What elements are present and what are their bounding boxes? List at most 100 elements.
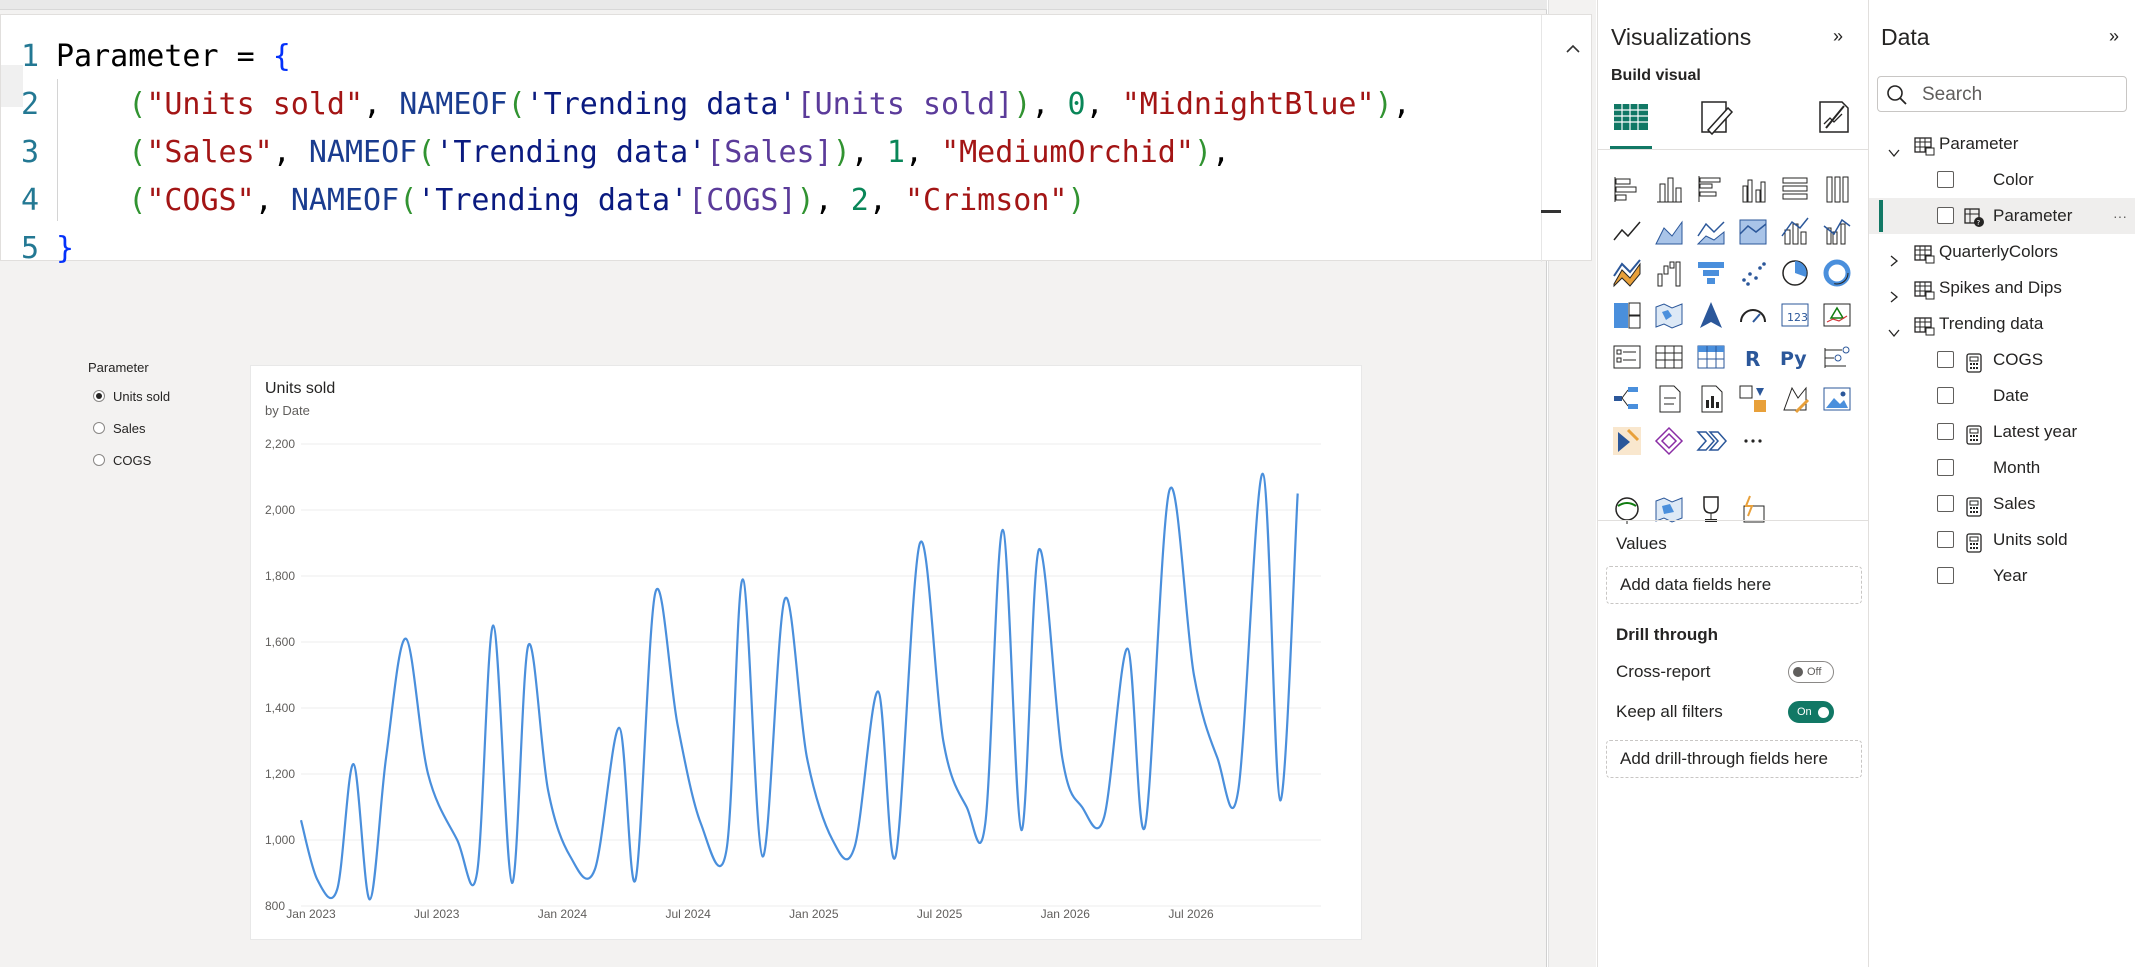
code-line[interactable]: 1 Parameter = { [1,33,1501,81]
line-and-stacked-column-icon[interactable] [1778,214,1812,248]
code-token: , [1085,87,1122,122]
field-checkbox[interactable] [1937,171,1954,188]
line-chart-icon[interactable] [1610,214,1644,248]
values-well[interactable]: Add data fields here [1606,566,1862,604]
field-item[interactable]: Month [1869,450,2135,486]
donut-chart-icon[interactable] [1820,256,1854,290]
search-box[interactable] [1877,76,2127,112]
key-influencers-icon[interactable] [1820,340,1854,374]
analytics-mode-icon[interactable] [1812,96,1854,138]
slicer-option[interactable]: Units sold [88,380,248,412]
slicer-icon[interactable] [1610,340,1644,374]
field-checkbox[interactable] [1937,495,1954,512]
pie-chart-icon[interactable] [1778,256,1812,290]
field-item[interactable]: ? Parameter ··· [1869,198,2135,234]
table-node[interactable]: QuarterlyColors [1869,234,2135,270]
keep-all-filters-toggle[interactable]: On [1788,701,1834,723]
clustered-bar-chart-icon[interactable] [1694,172,1728,206]
line-chart-visual[interactable]: 800 1,000 1,200 1,400 1,600 1,800 2,000 2,200 Ja… [250,365,1362,940]
chevron-right-icon[interactable] [1887,245,1901,267]
code-line[interactable]: 2 ("Units sold", NAMEOF('Trending data'[… [1,81,1501,129]
field-name: Units sold [1993,530,2068,549]
radio-button[interactable] [93,390,105,402]
stacked-area-chart-icon[interactable] [1694,214,1728,248]
100-stacked-column-chart-icon[interactable] [1820,172,1854,206]
table-name: Trending data [1939,314,2044,333]
more-options-icon[interactable]: ··· [2113,198,2127,234]
field-item[interactable]: Date [1869,378,2135,414]
scatter-chart-icon[interactable] [1736,256,1770,290]
slicer-option[interactable]: COGS [88,444,248,476]
python-visual-icon[interactable]: Py [1778,340,1812,374]
field-checkbox[interactable] [1937,387,1954,404]
chevron-down-icon[interactable] [1887,317,1901,338]
matrix-icon[interactable] [1694,340,1728,374]
card-icon[interactable]: 123 [1778,298,1812,332]
field-item[interactable]: Color [1869,162,2135,198]
cross-report-toggle[interactable]: Off [1788,661,1834,683]
smart-narrative-icon[interactable] [1652,424,1686,458]
decomposition-tree-icon[interactable] [1610,382,1644,416]
image-icon[interactable] [1820,382,1854,416]
field-item[interactable]: Units sold [1869,522,2135,558]
field-item[interactable]: Year [1869,558,2135,594]
stacked-column-chart-icon[interactable] [1652,172,1686,206]
table-node[interactable]: Spikes and Dips [1869,270,2135,306]
more-visuals-icon[interactable] [1736,424,1770,458]
power-automate-icon[interactable] [1610,424,1644,458]
code-token: "MediumOrchid" [941,135,1194,170]
chevron-right-icon[interactable] [1887,281,1901,303]
table-icon[interactable] [1652,340,1686,374]
azure-map-icon[interactable] [1694,298,1728,332]
stacked-bar-chart-icon[interactable] [1610,172,1644,206]
ribbon-chart-icon[interactable] [1610,256,1644,290]
field-checkbox[interactable] [1937,531,1954,548]
field-checkbox[interactable] [1937,459,1954,476]
field-checkbox[interactable] [1937,351,1954,368]
kpi-icon[interactable] [1820,298,1854,332]
collapse-editor-icon[interactable] [1561,37,1585,61]
table-node[interactable]: Parameter [1869,126,2135,162]
power-apps-icon[interactable] [1778,382,1812,416]
field-checkbox[interactable] [1937,207,1954,224]
collapse-visualizations-icon[interactable]: » [1833,26,1843,47]
100-stacked-area-chart-icon[interactable] [1736,214,1770,248]
build-visual-mode-icon[interactable] [1610,96,1652,138]
search-input[interactable] [1922,83,2112,107]
field-checkbox[interactable] [1937,567,1954,584]
paginated-report-icon[interactable] [1694,382,1728,416]
chevron-down-icon[interactable] [1887,137,1901,158]
line-and-clustered-column-icon[interactable] [1820,214,1854,248]
format-visual-mode-icon[interactable] [1694,96,1736,138]
field-item[interactable]: Latest year [1869,414,2135,450]
field-checkbox[interactable] [1937,423,1954,440]
100-stacked-bar-chart-icon[interactable] [1778,172,1812,206]
field-item[interactable]: Sales [1869,486,2135,522]
table-node[interactable]: Trending data [1869,306,2135,342]
field-item[interactable]: COGS [1869,342,2135,378]
treemap-icon[interactable] [1610,298,1644,332]
dax-formula-editor[interactable]: 1 Parameter = {2 ("Units sold", NAMEOF('T… [0,14,1592,266]
radio-button[interactable] [93,454,105,466]
gauge-icon[interactable] [1736,298,1770,332]
code-line[interactable]: 5} [1,225,1501,273]
clustered-column-chart-icon[interactable] [1736,172,1770,206]
drill-through-well[interactable]: Add drill-through fields here [1606,740,1862,778]
waterfall-chart-icon[interactable] [1652,256,1686,290]
code-line[interactable]: 3 ("Sales", NAMEOF('Trending data'[Sales… [1,129,1501,177]
metrics-icon[interactable] [1736,382,1770,416]
collapse-data-icon[interactable]: » [2109,26,2119,47]
map-icon[interactable] [1652,298,1686,332]
slicer-option[interactable]: Sales [88,412,248,444]
r-visual-icon[interactable]: R [1736,340,1770,374]
qna-icon[interactable] [1652,382,1686,416]
minimize-icon[interactable] [1541,210,1561,213]
code-line[interactable]: 4 ("COGS", NAMEOF('Trending data'[COGS])… [1,177,1501,225]
line-number: 3 [21,135,40,170]
y-tick-label: 1,200 [265,767,295,781]
area-chart-icon[interactable] [1652,214,1686,248]
funnel-chart-icon[interactable] [1694,256,1728,290]
x-tick-label: Jul 2023 [414,907,460,921]
goals-icon[interactable] [1694,424,1728,458]
radio-button[interactable] [93,422,105,434]
